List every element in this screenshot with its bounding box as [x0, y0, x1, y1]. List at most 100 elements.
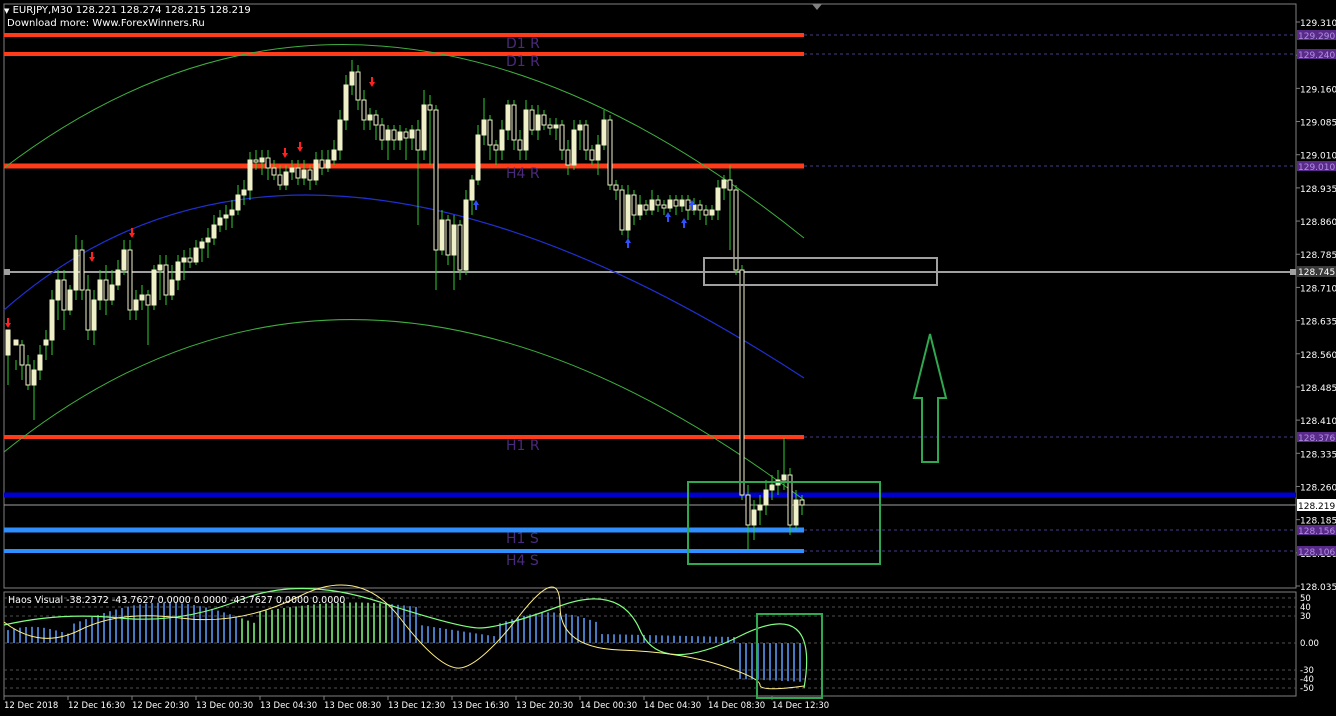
- candle-body: [415, 129, 421, 151]
- indicator-axis-label: -50: [1300, 684, 1314, 694]
- price-label: 128.260: [1300, 483, 1336, 493]
- highlighted-price-text: 128.745: [1298, 268, 1335, 278]
- candle-body: [121, 249, 127, 271]
- candle-body: [769, 484, 775, 491]
- candle-body: [715, 187, 721, 211]
- candle-body: [667, 199, 673, 209]
- price-label: 128.785: [1300, 251, 1336, 261]
- candle-body: [163, 264, 169, 296]
- candle-body: [601, 119, 607, 146]
- candle-body: [127, 249, 133, 311]
- price-label: 128.935: [1300, 185, 1336, 195]
- candle-body: [211, 224, 217, 239]
- candle-body: [385, 129, 391, 141]
- candle-body: [337, 119, 343, 151]
- candle-body: [565, 149, 571, 166]
- candle-body: [253, 159, 259, 163]
- indicator-name: Haos Visual -38.2372 -43.7627 0.0000 0.0…: [8, 595, 346, 606]
- candle-body: [469, 179, 475, 201]
- candle-body: [793, 499, 799, 526]
- level-tag-text-d1r_b: 129.240: [1298, 51, 1335, 61]
- price-label: 128.860: [1300, 218, 1336, 228]
- up-arrow-icon[interactable]: [912, 333, 948, 463]
- sell-arrow-icon: [89, 252, 95, 262]
- time-label: 13 Dec 00:30: [196, 701, 253, 711]
- candle-body: [25, 364, 31, 386]
- candle-body: [73, 249, 79, 291]
- level-tag-text-h1r: 128.376: [1298, 434, 1335, 444]
- chart-header: ▼ EURJPY,M30 128.221 128.274 128.215 128…: [4, 5, 251, 17]
- candle-body: [343, 84, 349, 121]
- candle-body: [223, 214, 229, 219]
- download-note: Download more: Www.ForexWinners.Ru: [7, 18, 205, 29]
- candle-body: [763, 489, 769, 506]
- candle-body: [91, 299, 97, 331]
- candle-body: [139, 294, 145, 301]
- candle-body: [493, 144, 499, 151]
- candle-body: [301, 169, 307, 179]
- chevron-down-icon[interactable]: ▼: [4, 7, 9, 15]
- candle-body: [505, 104, 511, 131]
- candle-body: [631, 194, 637, 216]
- candle-body: [355, 71, 361, 101]
- candle-body: [175, 261, 181, 281]
- candle-body: [259, 157, 265, 163]
- line-handle-left[interactable]: [4, 269, 10, 275]
- candle-body: [115, 269, 121, 286]
- price-label: 128.710: [1300, 284, 1336, 294]
- candle-body: [547, 124, 553, 129]
- candle-body: [577, 124, 583, 131]
- time-label: 13 Dec 20:30: [516, 701, 573, 711]
- candle-body: [529, 109, 535, 131]
- chart-shift-marker[interactable]: [812, 4, 822, 10]
- price-label: 128.035: [1300, 583, 1336, 593]
- price-label: 128.635: [1300, 318, 1336, 328]
- candle-body: [709, 209, 715, 216]
- candle-body: [571, 129, 577, 166]
- candle-body: [643, 204, 649, 211]
- main-plot-area: D1 R D1 R H4 R H1 R H1 S H4 S: [3, 33, 1296, 569]
- symbol-info: EURJPY,M30 128.221 128.274 128.215 128.2…: [12, 5, 251, 16]
- candle-body: [157, 264, 163, 271]
- time-label: 13 Dec 16:30: [452, 701, 509, 711]
- time-label: 13 Dec 12:30: [388, 701, 445, 711]
- price-label: 128.335: [1300, 450, 1336, 460]
- candle-body: [271, 167, 277, 176]
- price-axis: 129.310129.235129.160129.085129.010128.9…: [1296, 19, 1336, 593]
- candle-body: [235, 194, 241, 211]
- candle-body: [607, 119, 613, 186]
- level-label-h1s: H1 S: [506, 531, 539, 547]
- annotation-box-indicator[interactable]: [756, 613, 823, 699]
- time-label: 14 Dec 00:30: [580, 701, 637, 711]
- candle-body: [331, 149, 337, 161]
- chart-canvas[interactable]: D1 RD1 RH4 RH1 RH1 SH4 S 129.310129.2351…: [0, 0, 1336, 716]
- candle-body: [625, 194, 631, 231]
- candle-body: [151, 269, 157, 306]
- candle-body: [511, 104, 517, 141]
- candle-body: [49, 299, 55, 341]
- candle-body: [421, 104, 427, 151]
- candle-body: [13, 339, 19, 346]
- level-tag-text-h4s: 128.106: [1298, 548, 1335, 558]
- price-label: 129.160: [1300, 85, 1336, 95]
- candle-body: [103, 279, 109, 301]
- candle-body: [619, 189, 625, 231]
- line-handle-right[interactable]: [1290, 269, 1296, 275]
- candle-body: [637, 204, 643, 216]
- candle-body: [673, 199, 679, 207]
- sell-arrow-icon: [297, 142, 303, 152]
- level-label-h4s: H4 S: [506, 553, 539, 569]
- candle-body: [109, 284, 115, 301]
- candle-body: [445, 219, 451, 256]
- candle-body: [487, 119, 493, 146]
- candle-body: [409, 129, 415, 139]
- candle-body: [181, 257, 187, 263]
- time-label: 13 Dec 08:30: [324, 701, 381, 711]
- candle-body: [535, 114, 541, 131]
- candle-body: [649, 199, 655, 211]
- candle-body: [697, 204, 703, 211]
- level-tag-text-h4r: 129.010: [1298, 163, 1335, 173]
- candle-body: [85, 289, 91, 331]
- candle-body: [5, 329, 11, 356]
- candle-body: [97, 279, 103, 301]
